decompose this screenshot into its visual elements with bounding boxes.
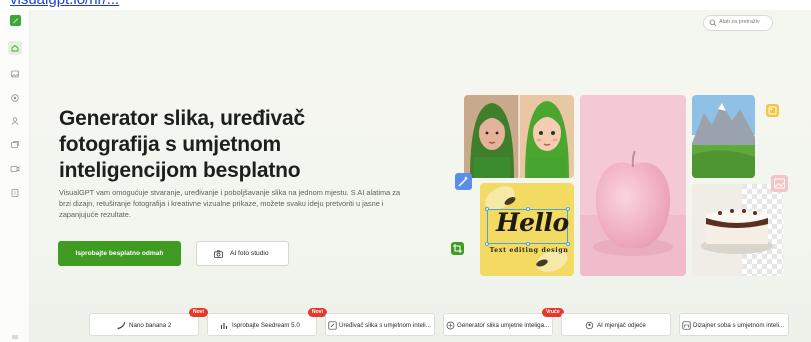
chip-label: Uređivač slika s umjetnom inteli...: [339, 322, 431, 329]
sidebar-item-cards[interactable]: [8, 138, 22, 152]
sidebar-item-image[interactable]: [8, 67, 22, 81]
search-placeholder: Alati za pretraživ: [719, 19, 760, 25]
try-free-button[interactable]: Isprobajte besplatno odmah: [58, 241, 181, 266]
chip-label: Dizajner soba s umjetnom inteli...: [693, 322, 785, 329]
ai-photo-studio-button[interactable]: AI foto studio: [196, 241, 289, 266]
pink-apple-image: [580, 95, 686, 276]
sidebar-item-file[interactable]: [8, 186, 22, 200]
room-icon: [682, 321, 691, 330]
chip-seedream[interactable]: Isprobajte Seedream 5.0 Novi: [207, 308, 327, 336]
image-frame-icon[interactable]: [766, 104, 779, 117]
chip-label: AI mjenjač odjeće: [597, 322, 646, 329]
hello-text: Hello: [496, 208, 569, 237]
chip-room-designer[interactable]: Dizajner soba s umjetnom inteli...: [679, 313, 789, 336]
expand-icon: [12, 335, 18, 339]
resize-handle[interactable]: [566, 242, 570, 246]
image-icon: [11, 70, 19, 78]
people-icon: [11, 117, 19, 125]
chip-image-generator[interactable]: Generator slika umjetne inteliga... Vruć…: [443, 308, 564, 336]
image-gen-icon: [446, 321, 455, 330]
url-link[interactable]: visualgpt.io/hr/...: [10, 0, 119, 8]
chip-nano-banana[interactable]: Nano banana 2 Novi: [89, 308, 208, 336]
hello-subtitle: Text editing design: [489, 247, 569, 254]
chip-label: Isprobajte Seedream 5.0: [232, 322, 300, 329]
browser-url-strip: visualgpt.io/hr/...: [0, 0, 811, 10]
sidebar: [0, 10, 30, 342]
sidebar-item-people[interactable]: [8, 114, 22, 128]
chip-label: Nano banana 2: [129, 322, 172, 329]
magic-wand-icon[interactable]: [455, 173, 472, 190]
video-icon: [10, 166, 20, 172]
cards-icon: [11, 141, 19, 148]
chart-icon: [220, 323, 228, 329]
chip-label: Generator slika umjetne inteliga...: [457, 322, 550, 329]
portrait-comparison-image: [464, 95, 574, 178]
resize-handle[interactable]: [526, 242, 530, 246]
sidebar-expand[interactable]: [8, 330, 22, 342]
shirt-icon: [585, 321, 594, 330]
banana-icon: [117, 321, 126, 330]
resize-handle[interactable]: [566, 207, 570, 211]
image-add-icon[interactable]: [771, 175, 788, 192]
hero-description: VisualGPT vam omogućuje stvaranje, uređi…: [59, 188, 401, 219]
camera-icon: [214, 250, 223, 258]
ai-photo-studio-label: AI foto studio: [230, 250, 269, 257]
logo-icon[interactable]: [10, 15, 21, 26]
hero-headline: Generator slika, uređivač fotografija s …: [59, 107, 305, 182]
file-icon: [11, 189, 19, 197]
sidebar-item-home[interactable]: [8, 41, 22, 55]
resize-handle[interactable]: [485, 242, 489, 246]
search-input[interactable]: Alati za pretraživ: [703, 15, 773, 31]
hello-text-selection[interactable]: Hello: [485, 207, 570, 246]
new-badge: Novi: [189, 308, 208, 317]
home-icon: [11, 44, 19, 52]
crop-icon[interactable]: [451, 242, 464, 255]
circle-icon: [11, 94, 19, 102]
edit-image-icon: [328, 321, 337, 330]
search-icon: [709, 19, 717, 27]
chip-image-editor[interactable]: Uređivač slika s umjetnom inteli...: [325, 313, 435, 336]
cake-image: [692, 184, 783, 276]
sidebar-item-circle[interactable]: [8, 91, 22, 105]
resize-handle[interactable]: [526, 207, 530, 211]
sidebar-item-video[interactable]: [8, 162, 22, 176]
resize-handle[interactable]: [485, 207, 489, 211]
landscape-image: [692, 95, 755, 178]
chip-outfit-changer[interactable]: AI mjenjač odjeće: [561, 313, 671, 336]
